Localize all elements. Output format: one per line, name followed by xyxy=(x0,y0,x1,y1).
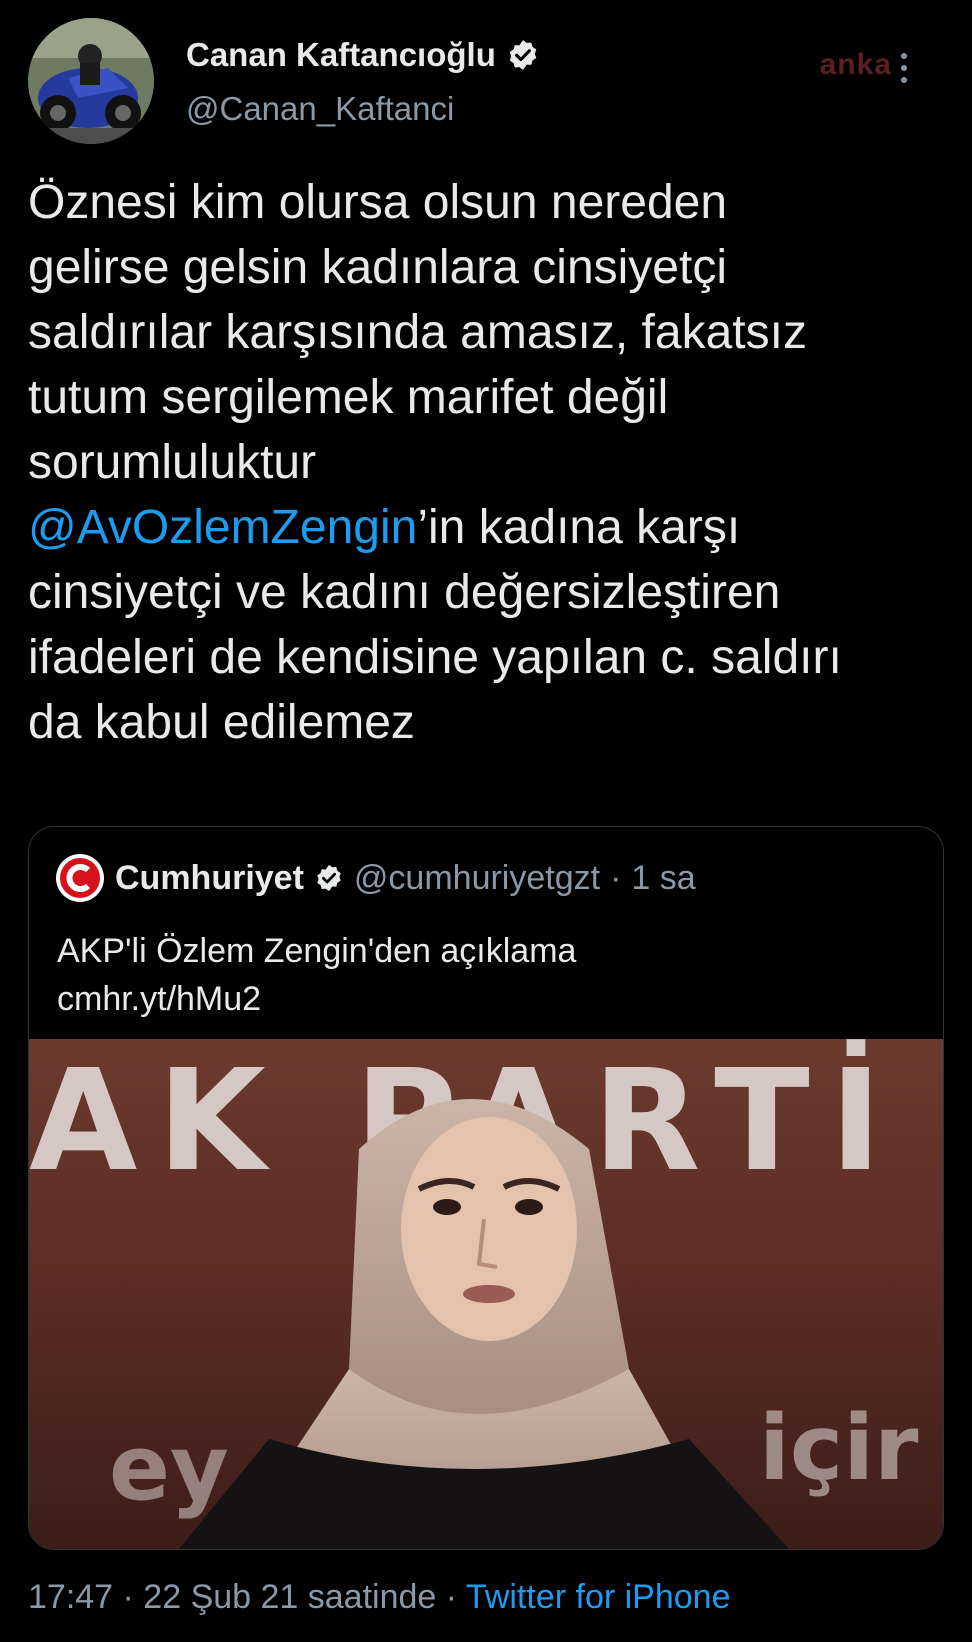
author-name-row: Canan Kaftancıoğlu xyxy=(186,36,540,74)
separator-dot: · xyxy=(610,858,622,897)
tweet-line: tutum sergilemek marifet değil xyxy=(28,371,669,424)
image-text-bottom-right: içir xyxy=(759,1396,919,1501)
tweet-timestamp[interactable]: 17:47 · 22 Şub 21 saatinde · xyxy=(28,1578,466,1616)
mention-link[interactable]: @AvOzlemZengin xyxy=(28,501,417,554)
tweet-line: da kabul edilemez xyxy=(28,696,415,749)
anka-watermark: anka xyxy=(819,48,892,81)
image-text-bottom-left: ey xyxy=(109,1416,229,1521)
more-options-icon[interactable] xyxy=(900,52,908,84)
tweet-line: gelirse gelsin kadınlara cinsiyetçi xyxy=(28,241,727,294)
quoted-tweet-header: Cumhuriyet @cumhuriyetgzt · 1 sa xyxy=(55,853,696,903)
verified-badge-icon xyxy=(506,38,540,72)
quoted-author-handle: @cumhuriyetgzt xyxy=(353,858,601,897)
tweet-line: Öznesi kim olursa olsun nereden xyxy=(28,176,728,229)
quoted-text-line: AKP'li Özlem Zengin'den açıklama xyxy=(57,932,577,970)
author-avatar[interactable] xyxy=(28,18,154,144)
quoted-tweet-image[interactable]: AK PARTİ ey içir xyxy=(29,1039,943,1549)
motorcycle-avatar-image xyxy=(28,18,154,144)
tweet-footer: 17:47 · 22 Şub 21 saatinde · Twitter for… xyxy=(28,1578,730,1617)
tweet-line: saldırılar karşısında amasız, fakatsız xyxy=(28,306,807,359)
tweet-line-with-mention: @AvOzlemZengin’in kadına karşı xyxy=(28,495,948,560)
quoted-tweet-card[interactable]: Cumhuriyet @cumhuriyetgzt · 1 sa AKP'li … xyxy=(28,826,944,1550)
quoted-author-name: Cumhuriyet xyxy=(115,858,304,897)
quoted-tweet-text: AKP'li Özlem Zengin'den açıklama cmhr.yt… xyxy=(57,927,576,1023)
tweet-line: cinsiyetçi ve kadını değersizleştiren xyxy=(28,566,781,619)
tweet-line: ifadeleri de kendisine yapılan c. saldır… xyxy=(28,631,842,684)
verified-badge-icon xyxy=(314,863,344,893)
quoted-link-text[interactable]: cmhr.yt/hMu2 xyxy=(57,975,576,1023)
quoted-tweet-time: 1 sa xyxy=(631,858,696,897)
cumhuriyet-logo-icon xyxy=(55,853,105,903)
tweet-body: Öznesi kim olursa olsun nereden gelirse … xyxy=(28,170,948,755)
author-display-name[interactable]: Canan Kaftancıoğlu xyxy=(186,36,496,74)
tweet-source-link[interactable]: Twitter for iPhone xyxy=(466,1578,731,1616)
author-handle[interactable]: @Canan_Kaftanci xyxy=(186,90,454,128)
tweet-text-after-mention: ’in kadına karşı xyxy=(417,501,741,554)
tweet-header: Canan Kaftancıoğlu @Canan_Kaftanci anka xyxy=(28,18,944,148)
tweet-line: sorumluluktur xyxy=(28,436,317,489)
press-conference-photo: AK PARTİ ey içir xyxy=(29,1039,943,1549)
